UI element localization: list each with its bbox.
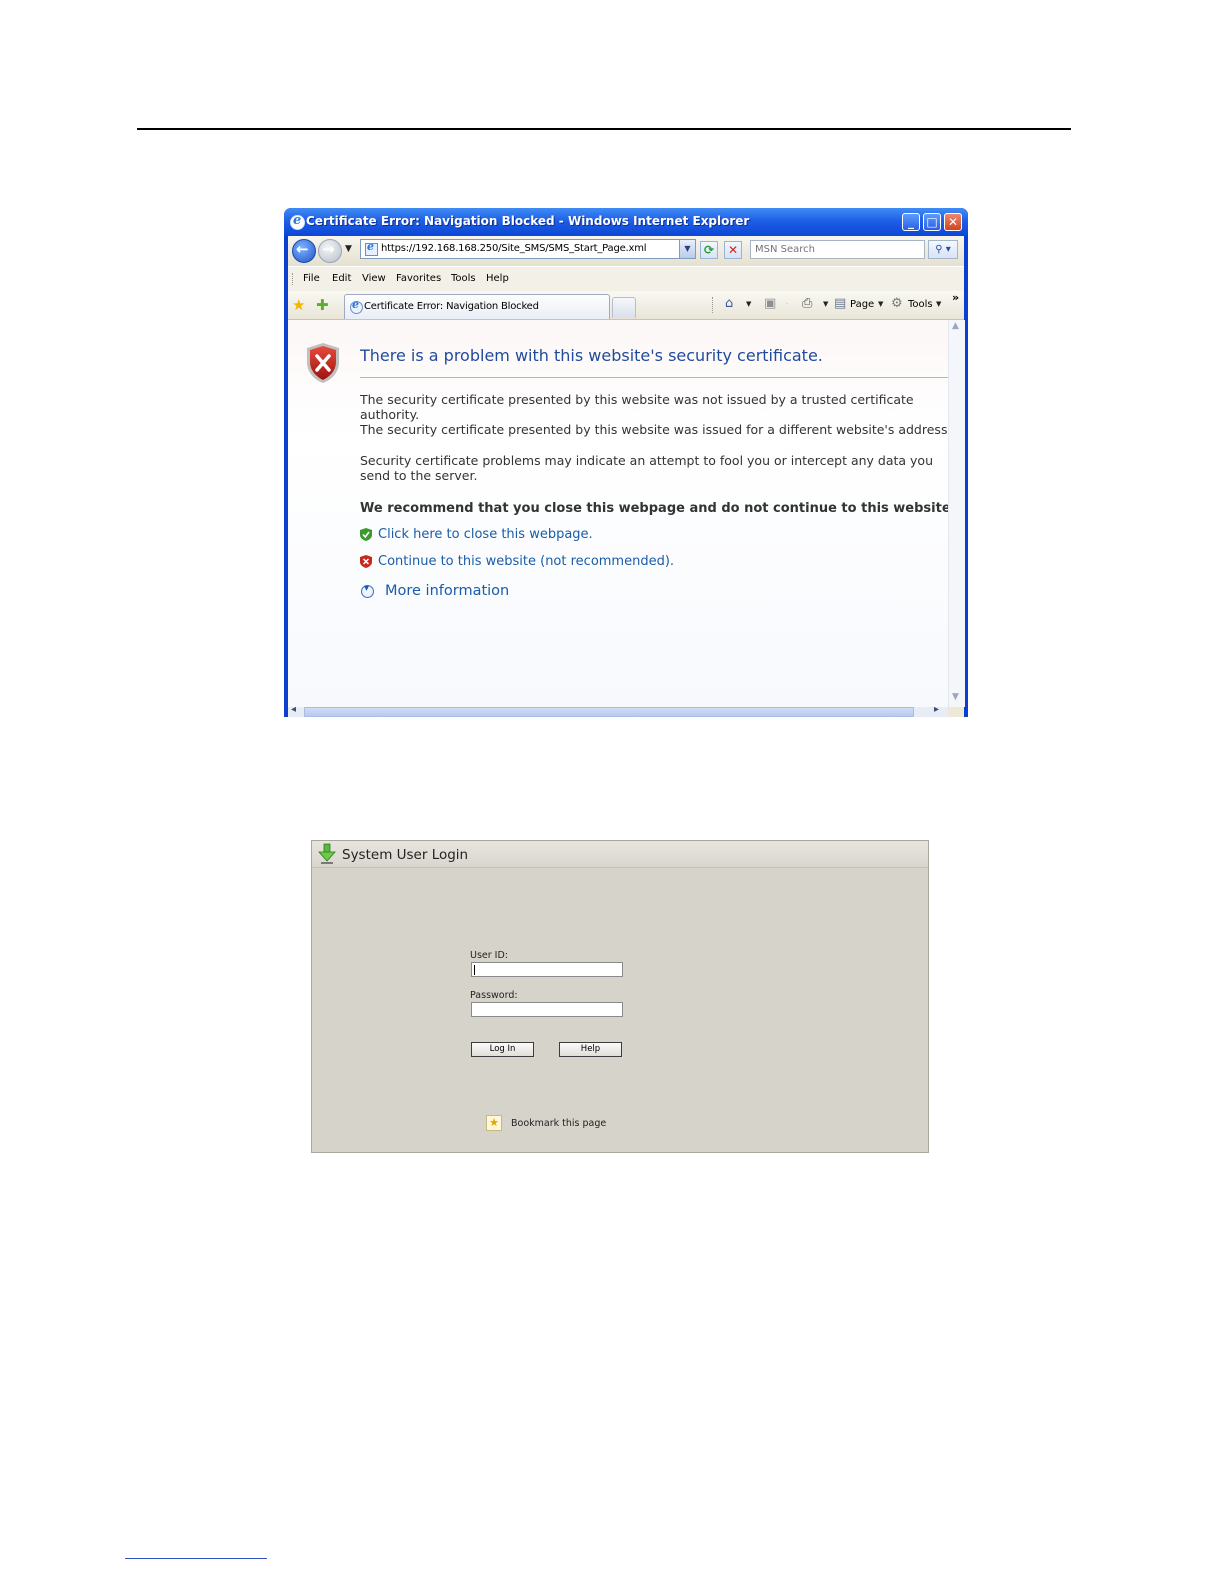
add-favorites-icon[interactable]: ✚ <box>316 296 329 314</box>
home-icon[interactable]: ⌂ <box>725 296 733 311</box>
maximize-button[interactable]: □ <box>923 213 941 231</box>
warning-line-2: send to the server. <box>360 468 478 483</box>
ie-logo-icon <box>290 213 305 230</box>
page-dropdown-icon[interactable]: ▼ <box>878 300 883 308</box>
page-favicon-icon <box>365 240 378 256</box>
tools-gear-icon[interactable]: ⚙ <box>891 296 903 311</box>
page-icon[interactable]: ▤ <box>834 296 846 311</box>
green-shield-icon <box>360 528 372 541</box>
user-id-field[interactable] <box>471 962 623 977</box>
footnote-rule <box>125 1558 267 1559</box>
tools-menu[interactable]: Tools <box>908 299 933 310</box>
ie-window: Certificate Error: Navigation Blocked - … <box>284 208 968 717</box>
recommendation-text: We recommend that you close this webpage… <box>360 501 956 516</box>
continue-website-link[interactable]: Continue to this website (not recommende… <box>378 554 674 569</box>
scroll-down-icon[interactable]: ▼ <box>952 692 959 702</box>
page-top-rule <box>137 128 1071 130</box>
login-panel: System User Login User ID: Password: Log… <box>311 840 929 1153</box>
search-input[interactable] <box>751 241 924 258</box>
user-id-input[interactable] <box>472 963 622 976</box>
title-bar[interactable]: Certificate Error: Navigation Blocked - … <box>284 208 968 236</box>
back-icon[interactable] <box>292 239 316 263</box>
text-cursor <box>474 965 475 975</box>
login-title: System User Login <box>342 847 469 863</box>
window-title: Certificate Error: Navigation Blocked - … <box>306 214 750 228</box>
shield-error-icon <box>307 343 339 383</box>
tab-toolbar-row: ★ ✚ Certificate Error: Navigation Blocke… <box>288 291 964 320</box>
close-window-button[interactable]: ✕ <box>944 213 962 231</box>
help-button[interactable]: Help <box>559 1042 622 1057</box>
log-in-button[interactable]: Log In <box>471 1042 534 1057</box>
page-menu[interactable]: Page <box>850 299 874 310</box>
scroll-right-icon[interactable]: ▸ <box>934 704 939 715</box>
toolbar-separator <box>712 297 714 313</box>
print-dropdown-icon[interactable]: ▼ <box>823 300 828 308</box>
bookmark-star-icon[interactable]: ★ <box>486 1115 502 1131</box>
browser-chrome: ▼ https://192.168.168.250/Site_SMS/SMS_S… <box>288 236 965 717</box>
issue-line-3: The security certificate presented by th… <box>360 422 948 437</box>
address-text[interactable]: https://192.168.168.250/Site_SMS/SMS_Sta… <box>381 243 647 254</box>
menu-bar: File Edit View Favorites Tools Help <box>288 266 964 292</box>
horizontal-scrollbar[interactable]: ◂ ▸ <box>288 704 948 717</box>
expand-icon[interactable] <box>361 583 374 598</box>
vertical-scrollbar[interactable]: ▲ ▼ <box>948 320 965 707</box>
forward-icon[interactable] <box>318 239 342 263</box>
feeds-icon[interactable]: ▣ <box>764 296 776 311</box>
more-information-link[interactable]: More information <box>385 583 509 599</box>
menu-edit[interactable]: Edit <box>332 273 351 284</box>
scroll-up-icon[interactable]: ▲ <box>952 321 959 331</box>
toolbar-overflow-icon[interactable]: » <box>952 291 959 304</box>
error-title: There is a problem with this website's s… <box>360 346 823 365</box>
tools-dropdown-icon[interactable]: ▼ <box>936 300 941 308</box>
menu-help[interactable]: Help <box>486 273 509 284</box>
warning-line-1: Security certificate problems may indica… <box>360 453 933 468</box>
menu-tools[interactable]: Tools <box>451 273 476 284</box>
title-divider <box>360 377 948 378</box>
minimize-button[interactable]: _ <box>902 213 920 231</box>
download-arrow-icon <box>318 843 336 864</box>
print-icon[interactable]: ⎙ <box>802 296 812 311</box>
tab-favicon-icon <box>350 298 363 314</box>
address-bar[interactable]: https://192.168.168.250/Site_SMS/SMS_Sta… <box>360 239 696 259</box>
close-webpage-link[interactable]: Click here to close this webpage. <box>378 527 593 542</box>
home-dropdown-icon[interactable]: ▼ <box>746 300 751 308</box>
password-field[interactable] <box>471 1002 623 1017</box>
history-dropdown-icon[interactable]: ▼ <box>345 244 352 254</box>
menu-file[interactable]: File <box>303 273 320 284</box>
bookmark-link[interactable]: Bookmark this page <box>511 1118 606 1129</box>
issue-line-1: The security certificate presented by th… <box>360 392 914 407</box>
menu-favorites[interactable]: Favorites <box>396 273 441 284</box>
menu-grip <box>292 273 295 285</box>
search-icon[interactable]: ⚲ ▾ <box>928 240 958 259</box>
stop-icon[interactable]: ✕ <box>724 241 742 259</box>
new-tab-button[interactable] <box>612 297 636 318</box>
tab-label: Certificate Error: Navigation Blocked <box>364 301 539 312</box>
scrollbar-thumb[interactable] <box>304 707 914 717</box>
page-content: There is a problem with this website's s… <box>288 320 965 707</box>
scroll-left-icon[interactable]: ◂ <box>291 704 296 715</box>
tab-certificate-error[interactable]: Certificate Error: Navigation Blocked <box>344 294 610 319</box>
password-input[interactable] <box>472 1003 622 1016</box>
menu-view[interactable]: View <box>362 273 386 284</box>
issue-line-2: authority. <box>360 407 420 422</box>
favorites-star-icon[interactable]: ★ <box>292 296 305 314</box>
address-dropdown-icon[interactable]: ▼ <box>679 240 695 258</box>
feeds-dropdown-icon[interactable]: · <box>786 300 788 308</box>
password-label: Password: <box>470 990 518 1001</box>
refresh-icon[interactable]: ⟳ <box>700 241 718 259</box>
red-shield-icon <box>360 555 372 568</box>
login-header: System User Login <box>312 841 928 868</box>
address-row: ▼ https://192.168.168.250/Site_SMS/SMS_S… <box>288 236 964 266</box>
search-field[interactable] <box>750 240 925 259</box>
user-id-label: User ID: <box>470 950 508 961</box>
